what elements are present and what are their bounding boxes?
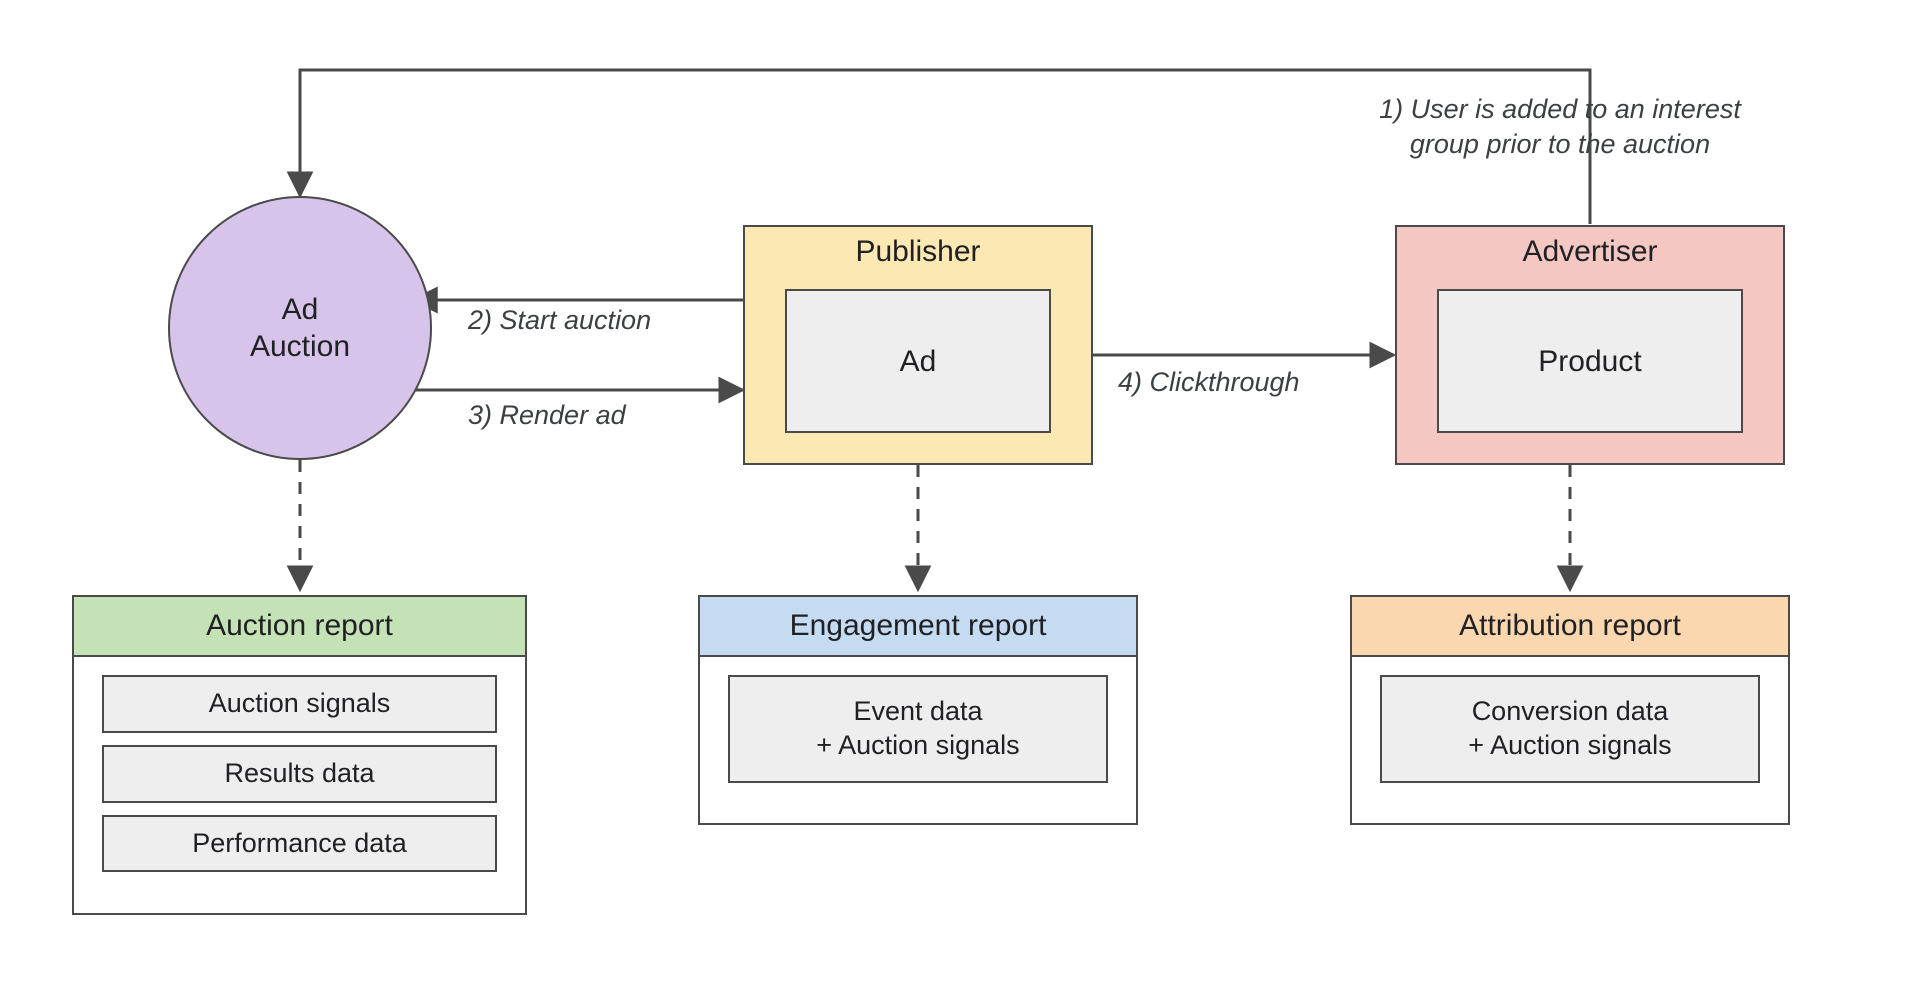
attribution-report-title: Attribution report (1352, 597, 1788, 657)
auction-report: Auction report Auction signals Results d… (72, 595, 527, 915)
ad-auction-node: Ad Auction (168, 196, 432, 460)
step4-label: 4) Clickthrough (1118, 365, 1378, 400)
advertiser-node: Advertiser Product (1395, 225, 1785, 465)
attribution-report-item: Conversion data + Auction signals (1380, 675, 1760, 783)
step2-label: 2) Start auction (468, 303, 718, 338)
publisher-title: Publisher (745, 227, 1091, 279)
publisher-node: Publisher Ad (743, 225, 1093, 465)
engagement-report-item: Event data + Auction signals (728, 675, 1108, 783)
publisher-ad-slot: Ad (785, 289, 1051, 433)
advertiser-product-label: Product (1538, 342, 1641, 381)
auction-report-title: Auction report (74, 597, 525, 657)
attribution-report: Attribution report Conversion data + Auc… (1350, 595, 1790, 825)
attribution-report-body: Conversion data + Auction signals (1352, 657, 1788, 801)
auction-report-item: Auction signals (102, 675, 497, 733)
auction-report-item: Performance data (102, 815, 497, 873)
auction-report-body: Auction signals Results data Performance… (74, 657, 525, 890)
engagement-report-body: Event data + Auction signals (700, 657, 1136, 801)
diagram-canvas: Ad Auction Publisher Ad Advertiser Produ… (0, 0, 1908, 988)
step1-label: 1) User is added to an interest group pr… (1280, 92, 1840, 162)
ad-auction-label: Ad Auction (250, 291, 350, 366)
advertiser-title: Advertiser (1397, 227, 1783, 279)
step3-label: 3) Render ad (468, 398, 718, 433)
auction-report-item: Results data (102, 745, 497, 803)
advertiser-product-slot: Product (1437, 289, 1743, 433)
engagement-report: Engagement report Event data + Auction s… (698, 595, 1138, 825)
engagement-report-title: Engagement report (700, 597, 1136, 657)
publisher-ad-label: Ad (900, 342, 937, 381)
